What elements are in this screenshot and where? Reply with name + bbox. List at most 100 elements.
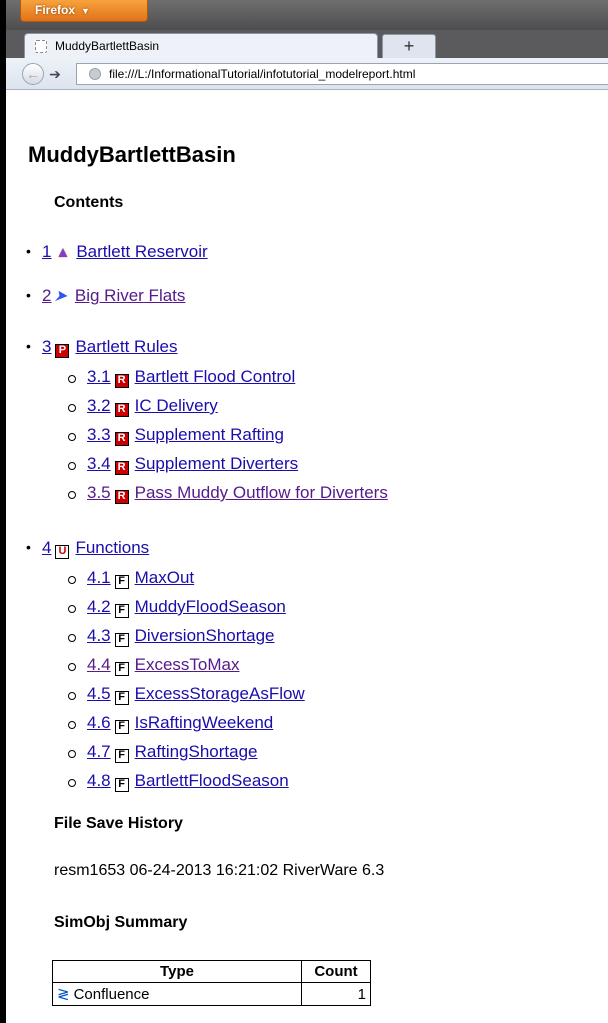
toc-item-4-3[interactable]: 4.3 F DiversionShortage [87,626,275,647]
toc-label-link[interactable]: MuddyFloodSeason [135,597,286,616]
toc-number-link[interactable]: 2 [42,286,51,305]
firefox-menu-button[interactable]: Firefox ▼ [20,0,148,22]
toc-label-link[interactable]: Bartlett Flood Control [135,367,296,386]
toc-number-link[interactable]: 3.3 [87,425,111,444]
toc-label-link[interactable]: Bartlett Reservoir [76,242,207,261]
function-icon: F [114,633,129,647]
table-header-row: Type Count [52,960,371,983]
toc-item-3-2[interactable]: 3.2 R IC Delivery [87,396,218,417]
toc-item-4[interactable]: 4 U Functions [42,538,149,559]
simobj-summary-table: Type Count ≷ Confluence 1 [52,960,371,1006]
toc-number-link[interactable]: 3.1 [87,367,111,386]
navigation-bar: ← ➔ file:///L:/InformationalTutorial/inf… [6,58,608,90]
url-text: file:///L:/InformationalTutorial/infotut… [109,67,416,81]
toc-item-3[interactable]: 3 P Bartlett Rules [42,337,178,358]
toc-label-link[interactable]: Functions [75,538,149,557]
rule-icon: R [114,461,129,475]
globe-icon [89,68,101,80]
back-button[interactable]: ← [22,63,44,85]
toc-item-3-1[interactable]: 3.1 R Bartlett Flood Control [87,367,295,388]
table-row: ≷ Confluence 1 [52,982,371,1006]
toc-item-4-4[interactable]: 4.4 F ExcessToMax [87,655,240,676]
toc-number-link[interactable]: 3.5 [87,483,111,502]
toc-number-link[interactable]: 4.3 [87,626,111,645]
toc-label-link[interactable]: RaftingShortage [135,742,258,761]
toc-item-4-5[interactable]: 4.5 F ExcessStorageAsFlow [87,684,305,705]
toc-number-link[interactable]: 4.6 [87,713,111,732]
tab-active[interactable]: MuddyBartlettBasin [24,33,378,59]
count-cell: 1 [301,982,371,1006]
firefox-menu-label: Firefox [35,3,76,17]
type-cell: ≷ Confluence [52,982,302,1006]
page-title: MuddyBartlettBasin [28,142,236,167]
list-bullet [68,605,76,613]
toc-label-link[interactable]: Big River Flats [75,286,186,305]
list-bullet [68,663,76,671]
address-bar[interactable]: file:///L:/InformationalTutorial/infotut… [76,63,608,85]
rule-icon: R [114,490,129,504]
toc-label-link[interactable]: Supplement Diverters [135,454,298,473]
type-value: Confluence [73,986,150,1003]
toc-label-link[interactable]: IsRaftingWeekend [135,713,274,732]
rule-icon: R [114,432,129,446]
type-header: Type [52,960,302,983]
toc-item-3-4[interactable]: 3.4 R Supplement Diverters [87,454,298,475]
toc-item-1[interactable]: 1 ▲ Bartlett Reservoir [42,242,208,262]
reach-icon: ➤ [52,288,72,305]
toc-item-4-2[interactable]: 4.2 F MuddyFloodSeason [87,597,286,618]
function-icon: F [114,662,129,676]
toc-item-2[interactable]: 2➤ Big River Flats [42,286,185,306]
reservoir-icon: ▲ [55,244,71,261]
list-bullet [68,634,76,642]
toc-label-link[interactable]: IC Delivery [135,396,218,415]
toc-number-link[interactable]: 4.5 [87,684,111,703]
toc-label-link[interactable]: ExcessToMax [135,655,240,674]
tab-strip: MuddyBartlettBasin + [6,30,608,59]
toc-label-link[interactable]: ExcessStorageAsFlow [135,684,305,703]
tab-title: MuddyBartlettBasin [55,39,160,53]
toc-number-link[interactable]: 4 [42,538,51,557]
rule-icon: R [114,403,129,417]
toc-number-link[interactable]: 4.2 [87,597,111,616]
toc-item-3-3[interactable]: 3.3 R Supplement Rafting [87,425,284,446]
toc-label-link[interactable]: DiversionShortage [135,626,275,645]
toc-number-link[interactable]: 4.8 [87,771,111,790]
toc-item-4-1[interactable]: 4.1 F MaxOut [87,568,194,589]
toc-number-link[interactable]: 4.1 [87,568,111,587]
toc-label-link[interactable]: MaxOut [135,568,195,587]
list-bullet: • [26,338,31,354]
toc-item-4-7[interactable]: 4.7 F RaftingShortage [87,742,258,763]
simobj-summary-heading: SimObj Summary [54,914,188,931]
confluence-icon: ≷ [57,986,70,1003]
toc-number-link[interactable]: 4.7 [87,742,111,761]
list-bullet [68,750,76,758]
list-bullet [68,779,76,787]
toc-number-link[interactable]: 4.4 [87,655,111,674]
toc-label-link[interactable]: BartlettFloodSeason [135,771,289,790]
toc-label-link[interactable]: Pass Muddy Outflow for Diverters [135,483,388,502]
toc-number-link[interactable]: 3.4 [87,454,111,473]
page-content: MuddyBartlettBasin Contents • 1 ▲ Bartlett … [6,90,608,1023]
toc-item-4-6[interactable]: 4.6 F IsRaftingWeekend [87,713,273,734]
list-bullet [68,692,76,700]
rule-icon: R [114,374,129,388]
forward-button[interactable]: ➔ [45,65,65,83]
list-bullet: • [26,539,31,555]
new-tab-button[interactable]: + [382,34,436,58]
chevron-down-icon: ▼ [81,6,90,16]
forward-arrow-icon: ➔ [49,66,61,82]
list-bullet [68,462,76,470]
function-icon: F [114,575,129,589]
browser-window: Firefox ▼ MuddyBartlettBasin + ← ➔ file:/… [6,0,608,1023]
toc-label-link[interactable]: Bartlett Rules [75,337,177,356]
list-bullet [68,576,76,584]
function-icon: F [114,720,129,734]
list-bullet [68,491,76,499]
file-save-entry: resm1653 06-24-2013 16:21:02 RiverWare 6… [54,862,385,879]
toc-item-4-8[interactable]: 4.8 F BartlettFloodSeason [87,771,289,792]
toc-item-3-5[interactable]: 3.5 R Pass Muddy Outflow for Diverters [87,483,388,504]
toc-number-link[interactable]: 3 [42,337,51,356]
toc-number-link[interactable]: 1 [42,242,51,261]
toc-label-link[interactable]: Supplement Rafting [135,425,284,444]
toc-number-link[interactable]: 3.2 [87,396,111,415]
